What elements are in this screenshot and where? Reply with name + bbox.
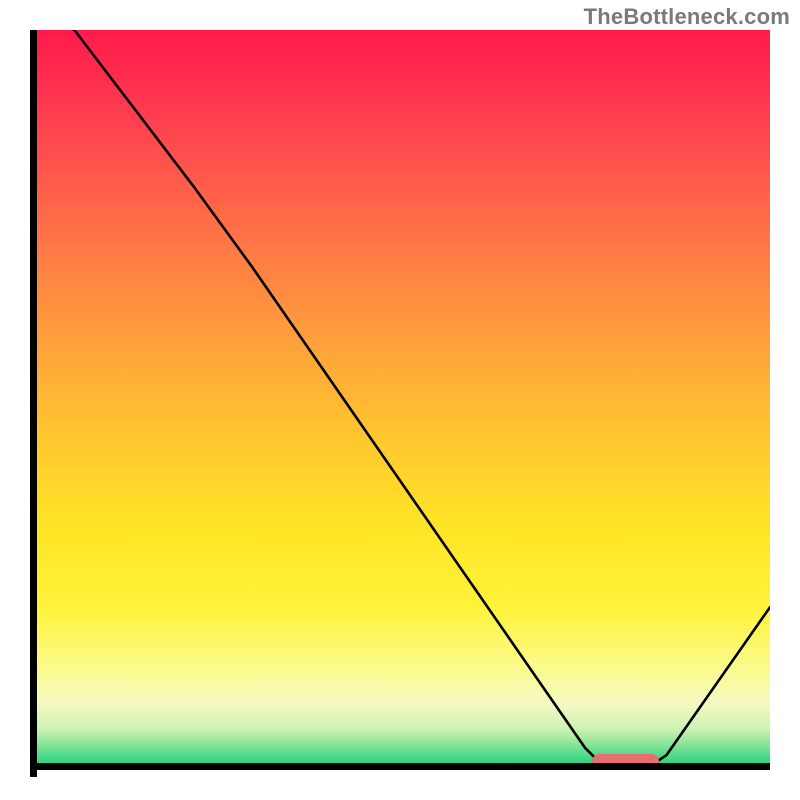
x-axis [30, 763, 770, 770]
chart-container: TheBottleneck.com [0, 0, 800, 800]
watermark-text: TheBottleneck.com [584, 4, 790, 30]
gradient-background [30, 30, 770, 770]
plot-area [30, 30, 770, 770]
y-axis [30, 30, 37, 777]
